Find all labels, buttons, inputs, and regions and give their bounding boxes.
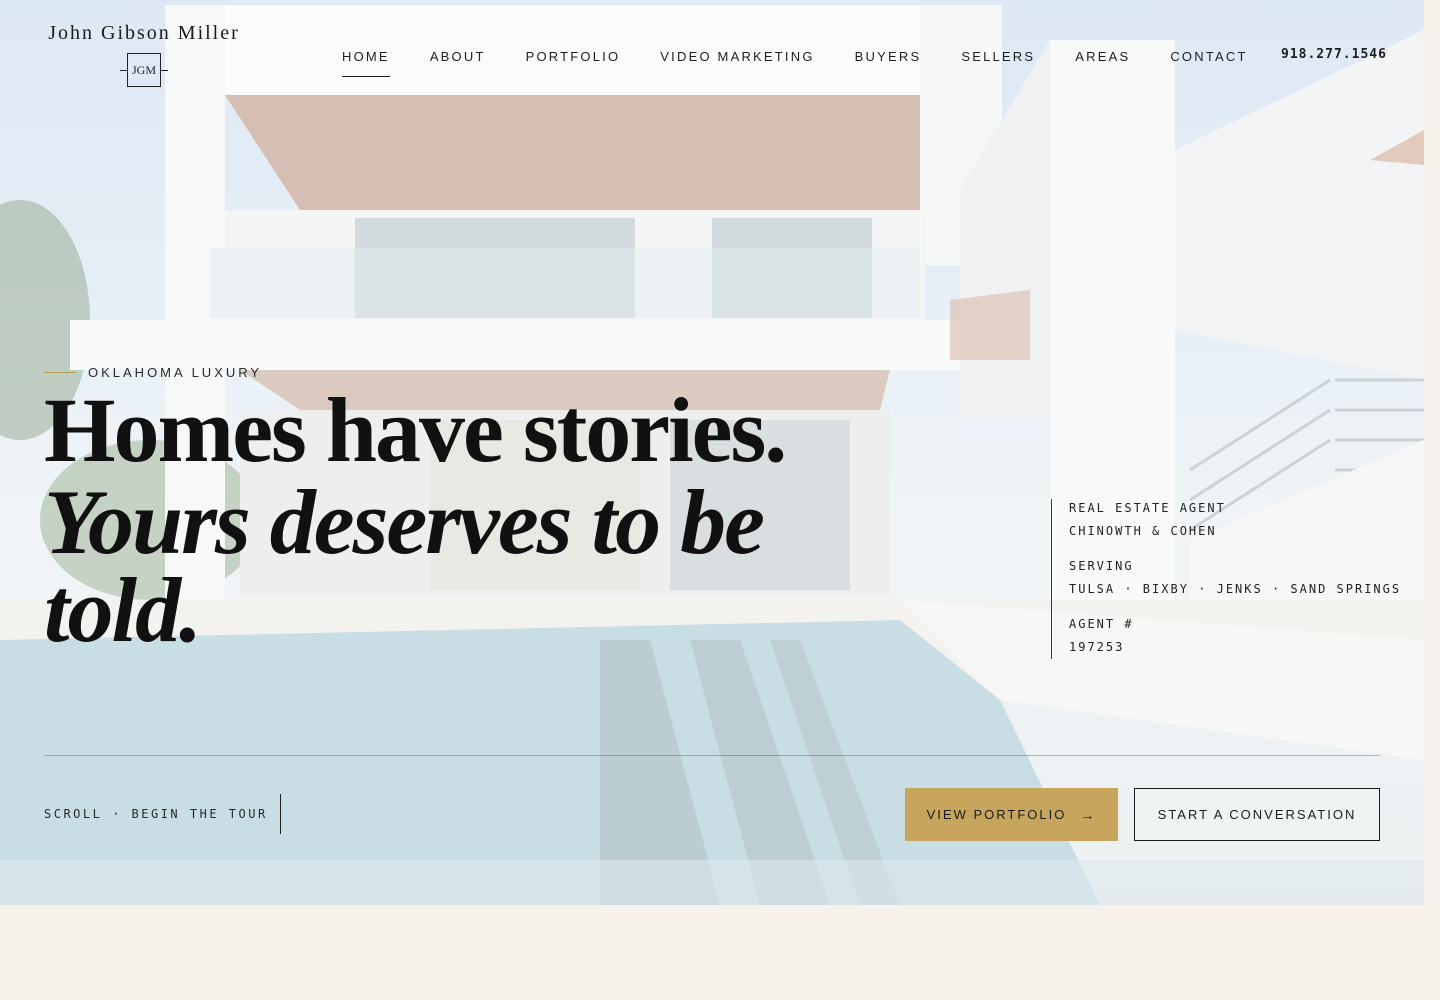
agent-number: 197253 (1069, 640, 1125, 654)
start-conversation-button[interactable]: START A CONVERSATION (1134, 788, 1380, 841)
eyebrow-rule (44, 372, 76, 373)
scroll-cue-line (279, 794, 281, 834)
agent-info-panel: REAL ESTATE AGENT CHINOWTH & COHEN SERVI… (1051, 499, 1401, 659)
scroll-cue-text: SCROLL · BEGIN THE TOUR (44, 807, 268, 821)
nav-item-portfolio[interactable]: PORTFOLIO (526, 49, 621, 77)
nav-item-contact[interactable]: CONTACT (1170, 49, 1247, 77)
nav-item-about[interactable]: ABOUT (430, 49, 486, 77)
scroll-cue[interactable]: SCROLL · BEGIN THE TOUR (44, 794, 281, 834)
agent-company: CHINOWTH & COHEN (1069, 524, 1217, 538)
hero-headline: Homes have stories. Yours deserves to be… (44, 379, 844, 661)
hero-eyebrow: OKLAHOMA LUXURY (44, 365, 262, 380)
main-navigation: HOME ABOUT PORTFOLIO VIDEO MARKETING BUY… (342, 49, 1288, 77)
page-scrollbar-gutter (1424, 0, 1440, 905)
agent-role: REAL ESTATE AGENT (1069, 501, 1226, 515)
brand-logo[interactable]: John Gibson Miller JGM (44, 22, 244, 87)
nav-item-buyers[interactable]: BUYERS (855, 49, 922, 77)
serving-label: SERVING (1069, 559, 1134, 573)
brand-name: John Gibson Miller (48, 22, 240, 44)
view-portfolio-label: VIEW PORTFOLIO (926, 807, 1067, 822)
headline-line-1: Homes have stories. (44, 379, 787, 481)
agent-number-label: AGENT # (1069, 617, 1134, 631)
eyebrow-text: OKLAHOMA LUXURY (88, 365, 263, 380)
brand-monogram: JGM (120, 53, 168, 87)
nav-item-home[interactable]: HOME (342, 49, 390, 77)
start-conversation-label: START A CONVERSATION (1157, 807, 1357, 822)
serving-areas: TULSA · BIXBY · JENKS · SAND SPRINGS (1069, 582, 1402, 596)
headline-line-2: Yours deserves to be told. (44, 471, 765, 661)
nav-item-areas[interactable]: AREAS (1075, 49, 1130, 77)
nav-item-sellers[interactable]: SELLERS (961, 49, 1035, 77)
hero-divider (44, 755, 1380, 756)
nav-item-video-marketing[interactable]: VIDEO MARKETING (660, 49, 814, 77)
phone-link[interactable]: 918.277.1546 (1281, 47, 1387, 62)
view-portfolio-button[interactable]: VIEW PORTFOLIO → (905, 788, 1118, 841)
arrow-right-icon: → (1080, 806, 1097, 823)
